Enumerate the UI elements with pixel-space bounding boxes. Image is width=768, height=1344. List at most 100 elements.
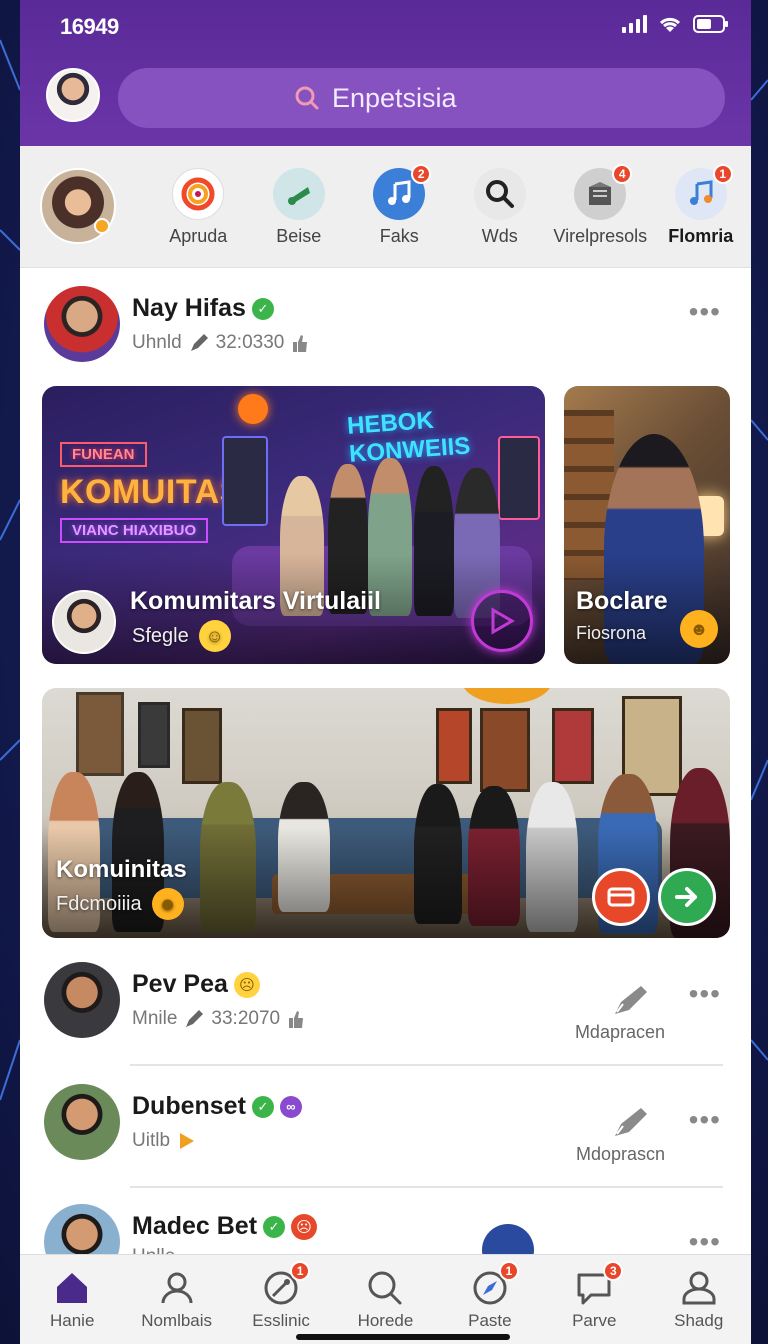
pen-icon [190,334,208,351]
card-subtitle: Fdcmoiiia ☻ [56,888,184,920]
my-story-avatar[interactable] [40,168,116,244]
neon-bottom-text: VIANC HIAXIBUO [60,518,209,543]
author-name-text: Nay Hifas [132,294,246,322]
post-meta: Uhnld 32:0330 [132,332,310,354]
featured-card[interactable]: FUNEAN KOMUITAS VIANC HIAXIBUO HEBOK KON… [42,386,545,664]
thumb-icon [289,1011,304,1028]
notification-badge: 4 [612,164,633,184]
nav-label: Hanie [49,1311,95,1330]
lamp-image [462,688,552,704]
card-title: Boclare [576,587,668,615]
story-item[interactable]: 1 Flomria [651,164,752,247]
person-icon [161,1272,193,1304]
app-header: 16949 Enpetsisia [20,0,751,146]
poster-image [552,708,594,784]
action-label[interactable]: Mdapracen [575,1022,665,1043]
verified-icon: ✓ [251,297,274,320]
more-options-button[interactable]: ••• [689,296,721,328]
nav-item-tools[interactable]: 1 Esslinic [236,1261,326,1331]
edit-icon[interactable] [611,1104,651,1140]
emoji-icon: ☺ [198,620,231,652]
list-avatar[interactable] [44,1084,120,1160]
card-subtitle: Sfegle ☺ [132,620,231,652]
side-card[interactable]: Boclare Fiosrona ☻ [564,386,730,664]
notification-badge: 2 [411,164,432,184]
creator-avatar[interactable] [52,590,116,654]
action-label[interactable]: Mdoprascn [576,1144,665,1165]
pen-icon [186,1010,204,1027]
list-name-text: Madec Bet [132,1212,258,1240]
list-meta: Mnile 33:2070 [132,1008,306,1030]
story-label: Apruda [169,226,228,246]
list-item[interactable]: Pev Pea ☹ Mnile 33:2070 Mdapracen ••• [20,946,751,1066]
divider [130,1064,723,1066]
emoji-icon: ☻ [680,610,718,648]
author-avatar[interactable] [44,286,120,362]
home-indicator [296,1334,510,1340]
ticket-icon [607,887,635,907]
neon-big-text: KOMUITAS [60,473,243,511]
story-item[interactable]: Wds [450,168,551,247]
music-note-icon [272,168,325,220]
play-icon [180,1133,195,1149]
card-subtitle-text: Sfegle [132,624,189,647]
more-options-button[interactable]: ••• [689,978,721,1010]
search-icon [473,168,526,220]
post-header: Nay Hifas ✓ Uhnld 32:0330 ••• [20,268,751,386]
signal-icon [622,15,647,33]
card-title: Komumitars Virtulaiil [130,587,381,615]
card-subtitle: Fiosrona [576,623,647,643]
story-item[interactable]: Beise [249,168,350,247]
list-name-text: Dubenset [132,1092,246,1120]
more-options-button[interactable]: ••• [689,1104,721,1136]
group-icon: ∞ [279,1095,302,1118]
list-item[interactable]: Dubenset ✓ ∞ Uitlb Mdoprascn ••• [20,1068,751,1188]
story-label: Virelpresols [553,226,648,246]
ticket-button[interactable] [592,868,650,926]
story-item[interactable]: 2 Faks [349,164,450,247]
list-meta: Uitlb [132,1130,198,1152]
arrow-right-icon [675,887,697,907]
card-title: Komuinitas [56,856,187,883]
search-bar[interactable]: Enpetsisia [118,68,725,128]
battery-icon [693,14,729,34]
notification-badge: 3 [603,1261,624,1281]
notification-badge: 1 [290,1261,311,1281]
edit-icon[interactable] [611,982,651,1018]
nav-label: Paste [468,1311,512,1330]
profile-avatar[interactable] [46,68,100,122]
thumb-icon [293,335,308,352]
nav-item-home[interactable]: Hanie [27,1269,117,1331]
poster-image [498,436,540,520]
list-meta-text: Mnile [132,1008,178,1029]
divider [130,1186,723,1188]
poster-image [76,692,124,776]
emoji-icon: ☹ [233,971,260,998]
neon-top-text: FUNEAN [60,442,147,467]
stories-row: Apruda Beise 2 Faks Wds 4 Virelpresols 1… [20,146,751,268]
nav-item-chat[interactable]: 3 Parve [549,1261,639,1331]
box-icon: 4 [574,164,633,220]
author-name[interactable]: Nay Hifas ✓ [132,294,274,323]
share-button[interactable] [658,868,716,926]
nav-label: Shadg [674,1311,724,1330]
list-avatar[interactable] [44,962,120,1038]
poster-image [436,708,472,784]
story-item[interactable]: Apruda [148,168,249,247]
story-label: Flomria [668,226,734,246]
neon-sign: FUNEAN KOMUITAS VIANC HIAXIBUO [60,442,243,543]
nav-label: Nomlbais [141,1311,213,1330]
verified-icon: ✓ [263,1215,286,1238]
list-name: Pev Pea ☹ [132,970,260,999]
nav-item-paste[interactable]: 1 Paste [445,1261,535,1331]
play-icon [491,607,515,635]
music-note-icon: 1 [674,164,733,220]
nav-label: Esslinic [252,1311,310,1330]
play-button[interactable] [471,590,533,652]
nav-item-people[interactable]: Nomlbais [132,1269,222,1331]
nav-item-search[interactable]: Horede [340,1269,430,1331]
nav-item-profile[interactable]: Shadg [654,1269,744,1331]
community-card[interactable]: Komuinitas Fdcmoiiia ☻ [42,688,730,938]
story-item[interactable]: 4 Virelpresols [550,164,651,247]
search-icon [368,1271,402,1305]
